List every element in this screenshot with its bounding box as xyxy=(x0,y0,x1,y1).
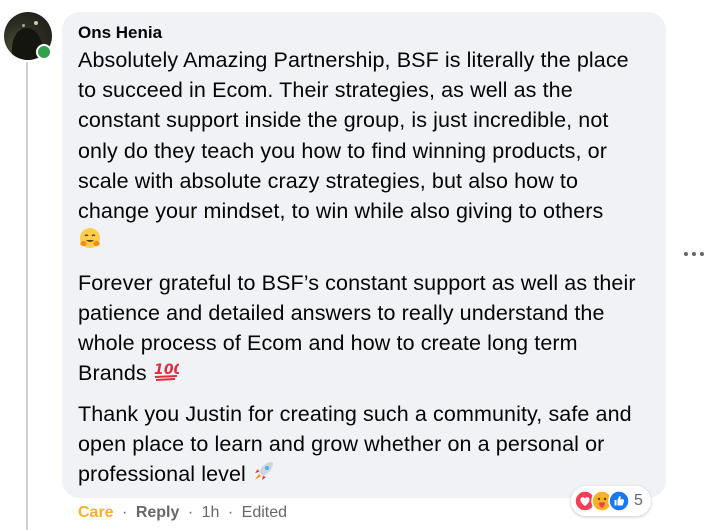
rocket-emoji-icon xyxy=(252,459,276,491)
comment-paragraph: Forever grateful to BSF’s constant suppo… xyxy=(78,268,650,390)
comment-text: Thank you Justin for creating such a com… xyxy=(78,401,632,487)
edited-label[interactable]: Edited xyxy=(242,504,287,521)
separator: · xyxy=(187,504,194,521)
hugging-face-emoji-icon xyxy=(78,226,102,258)
comment-author[interactable]: Ons Henia xyxy=(78,22,650,44)
comment-paragraph: Absolutely Amazing Partnership, BSF is l… xyxy=(78,45,650,259)
reply-button[interactable]: Reply xyxy=(136,504,180,521)
avatar-highlight xyxy=(22,24,25,27)
online-status-icon xyxy=(36,44,52,60)
comment-text: Absolutely Amazing Partnership, BSF is l… xyxy=(78,48,629,224)
like-reaction-icon xyxy=(608,490,630,512)
more-options-icon[interactable] xyxy=(682,246,706,262)
comment-bubble: Ons Henia Absolutely Amazing Partnership… xyxy=(62,12,666,498)
separator: · xyxy=(122,504,128,521)
hundred-points-emoji-icon: 100 xyxy=(153,359,183,389)
comment-paragraph: Thank you Justin for creating such a com… xyxy=(78,399,650,492)
care-reaction-button[interactable]: Care xyxy=(78,504,114,521)
reaction-summary[interactable]: 5 xyxy=(571,486,651,516)
avatar-highlight xyxy=(34,21,38,25)
thread-line xyxy=(26,62,28,530)
separator: · xyxy=(227,504,234,521)
comment-actions: Care · Reply · 1h · Edited xyxy=(78,502,287,524)
reaction-count: 5 xyxy=(634,492,643,509)
comment-timestamp[interactable]: 1h xyxy=(202,504,220,521)
